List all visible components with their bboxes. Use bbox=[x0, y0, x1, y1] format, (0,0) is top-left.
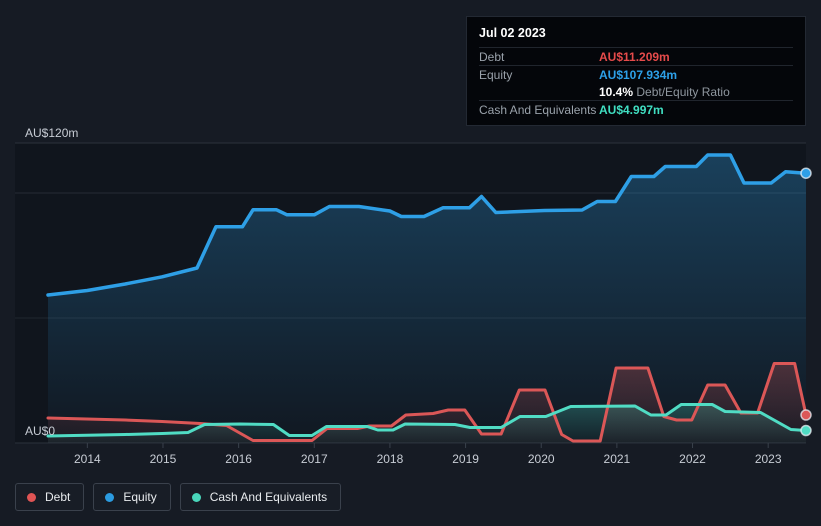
x-axis-year-label-2018: 2018 bbox=[376, 452, 404, 466]
x-axis-year-label-2020: 2020 bbox=[527, 452, 555, 466]
tooltip-row-debt: Debt AU$11.209m bbox=[479, 48, 793, 66]
tooltip-row-equity: Equity AU$107.934m bbox=[479, 66, 793, 83]
x-axis-year-label-2022: 2022 bbox=[679, 452, 706, 466]
cash-and-equivalents-end-marker bbox=[800, 424, 812, 437]
legend-dot-icon bbox=[105, 492, 115, 502]
tooltip-debt-value: AU$11.209m bbox=[599, 49, 670, 64]
chart-legend: Debt Equity Cash And Equivalents bbox=[15, 483, 342, 511]
legend-label: Debt bbox=[45, 490, 71, 504]
tooltip-equity-label: Equity bbox=[479, 67, 513, 82]
legend-item-debt[interactable]: Debt bbox=[15, 483, 85, 511]
debt-equity-history-chart: AU$120m AU$0 2014 2015 2016 2017 2018 2019 202… bbox=[0, 0, 821, 526]
x-axis-year-label-2021: 2021 bbox=[603, 452, 631, 466]
equity-end-marker bbox=[800, 167, 812, 179]
x-axis-year-label-2023: 2023 bbox=[754, 452, 782, 466]
tooltip-cash-label: Cash And Equivalents bbox=[479, 102, 597, 117]
legend-label: Equity bbox=[123, 490, 157, 504]
legend-label: Cash And Equivalents bbox=[209, 490, 328, 504]
tooltip-ratio-label: Debt/Equity Ratio bbox=[633, 84, 730, 99]
tooltip-ratio-value: 10.4% bbox=[599, 84, 634, 99]
tooltip-debt-label: Debt bbox=[479, 49, 505, 64]
x-axis-year-label-2019: 2019 bbox=[452, 452, 479, 466]
x-axis-year-label-2017: 2017 bbox=[300, 452, 328, 466]
tooltip-cash-value: AU$4.997m bbox=[599, 102, 664, 117]
legend-dot-icon bbox=[191, 492, 201, 502]
debt-end-marker bbox=[800, 409, 812, 421]
y-axis-label-max: AU$120m bbox=[25, 126, 79, 140]
legend-dot-icon bbox=[27, 492, 36, 502]
x-axis-year-label-2015: 2015 bbox=[149, 452, 177, 466]
x-axis-year-label-2014: 2014 bbox=[73, 452, 101, 466]
y-axis-label-zero: AU$0 bbox=[25, 424, 56, 438]
tooltip-row-ratio: 10.4% Debt/Equity Ratio bbox=[479, 83, 793, 101]
x-axis-year-label-2016: 2016 bbox=[225, 452, 252, 466]
legend-item-cash-and-equivalents[interactable]: Cash And Equivalents bbox=[179, 483, 342, 511]
chart-tooltip: Jul 02 2023 Debt AU$11.209m Equity AU$10… bbox=[466, 16, 806, 126]
tooltip-equity-value: AU$107.934m bbox=[599, 67, 678, 82]
tooltip-row-cash: Cash And Equivalents AU$4.997m bbox=[479, 101, 793, 118]
tooltip-date: Jul 02 2023 bbox=[479, 24, 793, 48]
legend-item-equity[interactable]: Equity bbox=[93, 483, 171, 511]
